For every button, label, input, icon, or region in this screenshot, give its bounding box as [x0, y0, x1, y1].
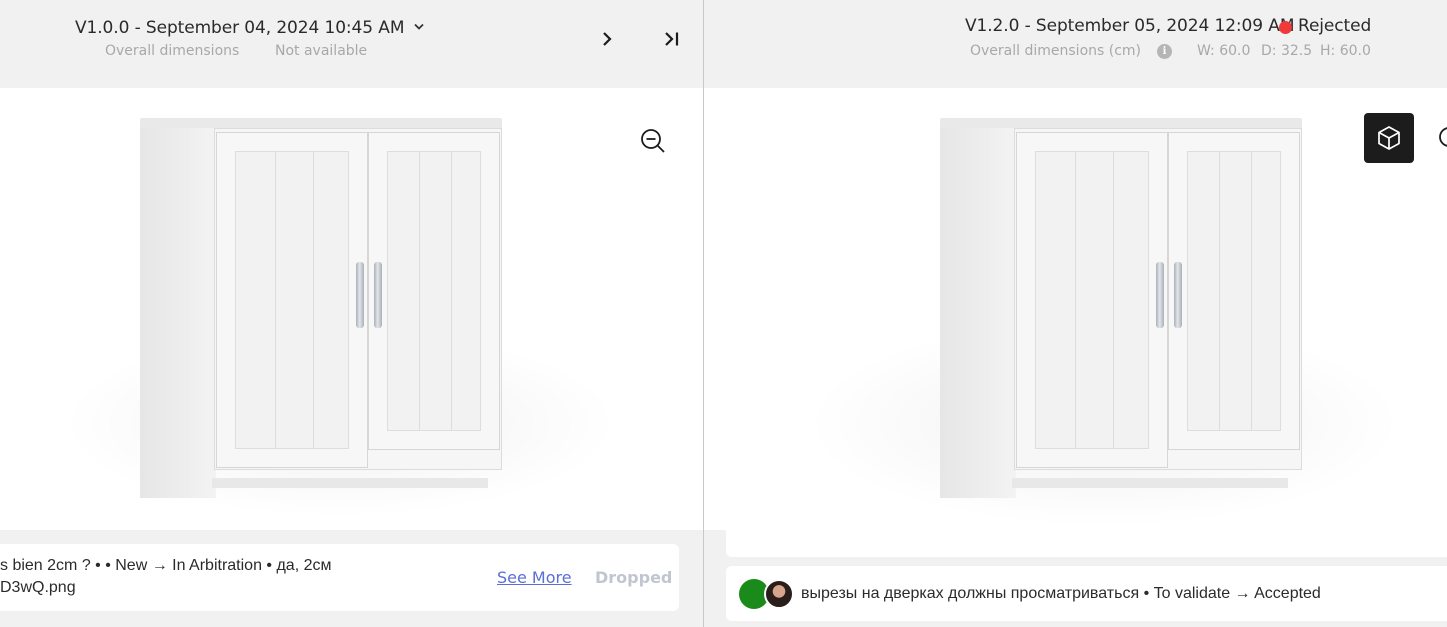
right-dimensions-label: Overall dimensions (cm): [970, 43, 1142, 59]
dimension-width: W: 60.0: [1197, 43, 1251, 59]
right-model-viewer[interactable]: [704, 88, 1447, 530]
avatar-photo: [764, 579, 794, 609]
zoom-icon[interactable]: [1436, 124, 1447, 154]
left-model-viewer[interactable]: [0, 88, 703, 530]
info-icon[interactable]: i: [1157, 44, 1172, 59]
right-cabinet-image: [940, 118, 1302, 500]
rejected-status-dot: [1279, 21, 1292, 34]
comment-status-dropped: Dropped: [595, 568, 673, 587]
previous-comment-card: [726, 530, 1447, 557]
left-dimensions-value: Not available: [275, 43, 368, 59]
left-version-title[interactable]: V1.0.0 - September 04, 2024 10:45 AM: [75, 16, 424, 38]
left-version-title-text: V1.0.0 - September 04, 2024 10:45 AM: [75, 18, 405, 38]
left-version-panel: V1.0.0 - September 04, 2024 10:45 AM Ove…: [0, 0, 703, 627]
left-comment-line2: D3wQ.png: [0, 579, 76, 596]
right-version-panel: V1.2.0 - September 05, 2024 12:09 AM Rej…: [704, 0, 1447, 627]
right-version-title: V1.2.0 - September 05, 2024 12:09 AM: [965, 16, 1295, 36]
right-version-header: V1.2.0 - September 05, 2024 12:09 AM Rej…: [704, 0, 1447, 88]
cube-3d-icon[interactable]: [1364, 113, 1414, 163]
left-cabinet-image: [140, 118, 502, 500]
left-dimensions-label: Overall dimensions: [105, 43, 240, 59]
right-comment-text: вырезы на дверках должны просматриваться…: [801, 585, 1321, 602]
right-comment-card[interactable]: вырезы на дверках должны просматриваться…: [726, 566, 1447, 621]
skip-to-last-icon[interactable]: [660, 29, 684, 49]
chevron-down-icon[interactable]: [414, 16, 424, 36]
left-comment-line1: s bien 2cm ? • • New → In Arbitration • …: [0, 557, 332, 574]
zoom-out-icon[interactable]: [638, 126, 668, 156]
version-status-label: Rejected: [1298, 16, 1372, 36]
dimension-depth: D: 32.5: [1261, 43, 1313, 59]
chevron-right-icon[interactable]: [596, 29, 618, 49]
left-comment-card[interactable]: s bien 2cm ? • • New → In Arbitration • …: [0, 544, 679, 611]
left-version-header: V1.0.0 - September 04, 2024 10:45 AM Ove…: [0, 0, 703, 88]
see-more-link[interactable]: See More: [497, 568, 572, 587]
dimension-height: H: 60.0: [1320, 43, 1371, 59]
